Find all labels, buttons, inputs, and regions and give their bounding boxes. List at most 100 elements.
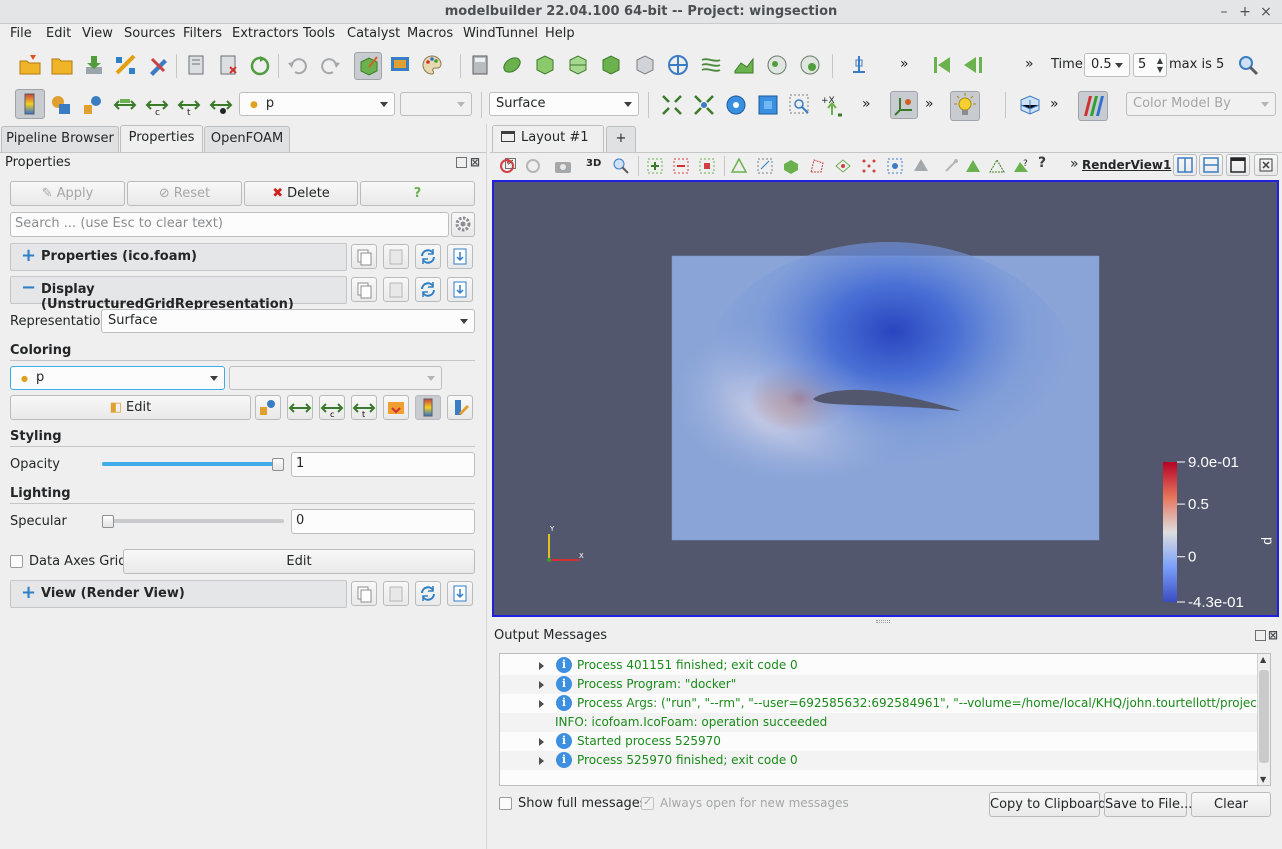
specular-slider[interactable] — [102, 519, 284, 523]
paste-view-button[interactable] — [383, 581, 409, 606]
open-icon[interactable] — [18, 53, 42, 77]
color-array-combo[interactable]: ● p — [239, 92, 395, 116]
reset-button[interactable]: ⊘ Reset — [127, 181, 242, 206]
toolbar-overflow-3[interactable]: » — [862, 96, 871, 112]
threshold-icon[interactable] — [599, 53, 623, 77]
set-view-direction-icon[interactable]: +X — [820, 93, 844, 117]
close-output-icon[interactable]: ⊠ — [1268, 628, 1278, 642]
specular-field[interactable]: 0 — [291, 509, 475, 534]
output-messages-list[interactable]: i Process 401151 finished; exit code 0 i Pr… — [499, 653, 1271, 786]
remote-icon[interactable] — [184, 53, 208, 77]
maximize-view-button[interactable] — [1226, 154, 1250, 176]
extract-subset-icon[interactable] — [633, 53, 657, 77]
copy-properties-button[interactable] — [351, 244, 377, 269]
minimize-button[interactable]: – — [1215, 3, 1233, 21]
delete-button[interactable]: ✖ Delete — [244, 181, 358, 206]
tab-layout-1[interactable]: Layout #1 × — [492, 125, 604, 169]
help-button[interactable]: ? — [360, 181, 475, 206]
output-scrollbar[interactable]: ▲ ▼ — [1257, 654, 1270, 785]
zoom-box-icon[interactable] — [756, 93, 780, 117]
expand-row-icon[interactable] — [539, 681, 544, 689]
extract-selection-icon[interactable] — [988, 157, 1006, 179]
paste-properties-button[interactable] — [383, 244, 409, 269]
folder-icon[interactable] — [50, 53, 74, 77]
expand-row-icon[interactable] — [539, 757, 544, 765]
time-combo[interactable]: 0.5 — [1084, 53, 1130, 77]
rescale-range-button[interactable] — [287, 395, 313, 420]
rescale-visible-button[interactable] — [383, 395, 409, 420]
spin-up-icon[interactable]: ▲ — [1157, 56, 1163, 65]
stream-tracer-icon[interactable] — [699, 53, 723, 77]
shrink-selection-icon[interactable] — [964, 157, 982, 179]
section-view[interactable]: + View (Render View) — [10, 580, 347, 608]
clear-button[interactable]: Clear — [1191, 792, 1271, 817]
add-layout-tab[interactable]: + — [606, 126, 636, 152]
rescale-data-range-icon[interactable] — [113, 93, 137, 117]
select-cells-on-icon[interactable] — [646, 157, 664, 179]
toolbar-overflow-5[interactable]: » — [1050, 96, 1059, 112]
axes-orientation-icon[interactable] — [890, 91, 918, 119]
section-display[interactable]: − Display (UnstructuredGridRepresentatio… — [10, 276, 347, 312]
reset-camera-icon[interactable] — [498, 157, 516, 179]
color-edit-icon[interactable] — [146, 53, 170, 77]
restore-display-defaults-button[interactable] — [415, 277, 441, 302]
data-axes-grid-edit-button[interactable]: Edit — [123, 549, 475, 574]
select-cells-through-icon[interactable] — [730, 157, 748, 179]
coloring-component-select[interactable] — [229, 366, 442, 390]
search-input[interactable]: Search ... (use Esc to clear text) — [10, 212, 449, 237]
expand-row-icon[interactable] — [539, 738, 544, 746]
maximize-button[interactable]: + — [1236, 3, 1254, 21]
scrollbar-thumb[interactable] — [1259, 670, 1269, 763]
expand-row-icon[interactable] — [539, 662, 544, 670]
connect-icon[interactable] — [114, 53, 138, 77]
scroll-up-icon[interactable]: ▲ — [1260, 655, 1266, 664]
output-message-row[interactable]: i Process 401151 finished; exit code 0 — [500, 656, 1257, 675]
toolbar-overflow-2[interactable]: » — [1025, 56, 1034, 72]
query-icon[interactable]: ? — [1038, 155, 1046, 171]
spin-down-icon[interactable]: ▼ — [1157, 65, 1163, 74]
toolbar-overflow-4[interactable]: » — [925, 96, 934, 112]
grow-selection-icon[interactable] — [942, 157, 960, 179]
tab-pipeline-browser[interactable]: Pipeline Browser — [1, 126, 119, 152]
rescale-temporal-button[interactable]: t — [351, 395, 377, 420]
edit-colormap-button[interactable]: ◧ Edit — [10, 395, 251, 420]
close-view-button[interactable] — [1254, 154, 1278, 176]
grid-axes-icon[interactable] — [1018, 93, 1042, 117]
reset-camera-icon[interactable] — [660, 93, 684, 117]
group-icon[interactable] — [765, 53, 789, 77]
split-horizontal-button[interactable] — [1173, 154, 1197, 176]
zoom-to-data-icon[interactable] — [692, 93, 716, 117]
hover-cells-icon[interactable] — [912, 157, 930, 179]
menu-extractors[interactable]: Extractors — [232, 26, 299, 41]
split-vertical-button[interactable] — [1199, 154, 1223, 176]
menu-sources[interactable]: Sources — [124, 26, 175, 41]
float-output-icon[interactable] — [1255, 630, 1266, 641]
menu-filters[interactable]: Filters — [183, 26, 222, 41]
color-map-editor-icon[interactable] — [49, 93, 73, 117]
screenshot-icon[interactable] — [554, 157, 572, 179]
restore-defaults-button[interactable] — [415, 244, 441, 269]
find-data-icon[interactable] — [1236, 53, 1260, 77]
restore-camera-icon[interactable] — [524, 157, 542, 179]
paste-display-button[interactable] — [383, 277, 409, 302]
coloring-array-select[interactable]: ● p — [10, 366, 225, 390]
rescale-visible-icon[interactable] — [209, 93, 233, 117]
deselect-icon[interactable] — [672, 157, 690, 179]
toggle-3d-button[interactable]: 3D — [586, 158, 601, 169]
output-message-row[interactable]: i Process Program: "docker" — [500, 675, 1257, 694]
menu-edit[interactable]: Edit — [46, 26, 71, 41]
edit-scalar-bar-button[interactable] — [447, 395, 473, 420]
tab-openfoam[interactable]: OpenFOAM — [204, 126, 290, 152]
representation-select[interactable]: Surface — [101, 309, 475, 333]
select-points-on-icon[interactable] — [698, 157, 716, 179]
specular-slider-handle[interactable] — [102, 515, 114, 528]
interactive-select-icon[interactable] — [860, 157, 878, 179]
view-toolbar-overflow[interactable]: » — [1070, 156, 1079, 172]
extract-level-icon[interactable] — [798, 53, 822, 77]
toggle-scalar-bar-button[interactable] — [415, 395, 441, 420]
copy-to-clipboard-button[interactable]: Copy to Clipboard — [989, 792, 1106, 817]
advanced-settings-button[interactable] — [451, 212, 475, 237]
redo-icon[interactable] — [318, 53, 342, 77]
contour-icon[interactable] — [500, 53, 524, 77]
select-block-icon[interactable] — [782, 157, 800, 179]
